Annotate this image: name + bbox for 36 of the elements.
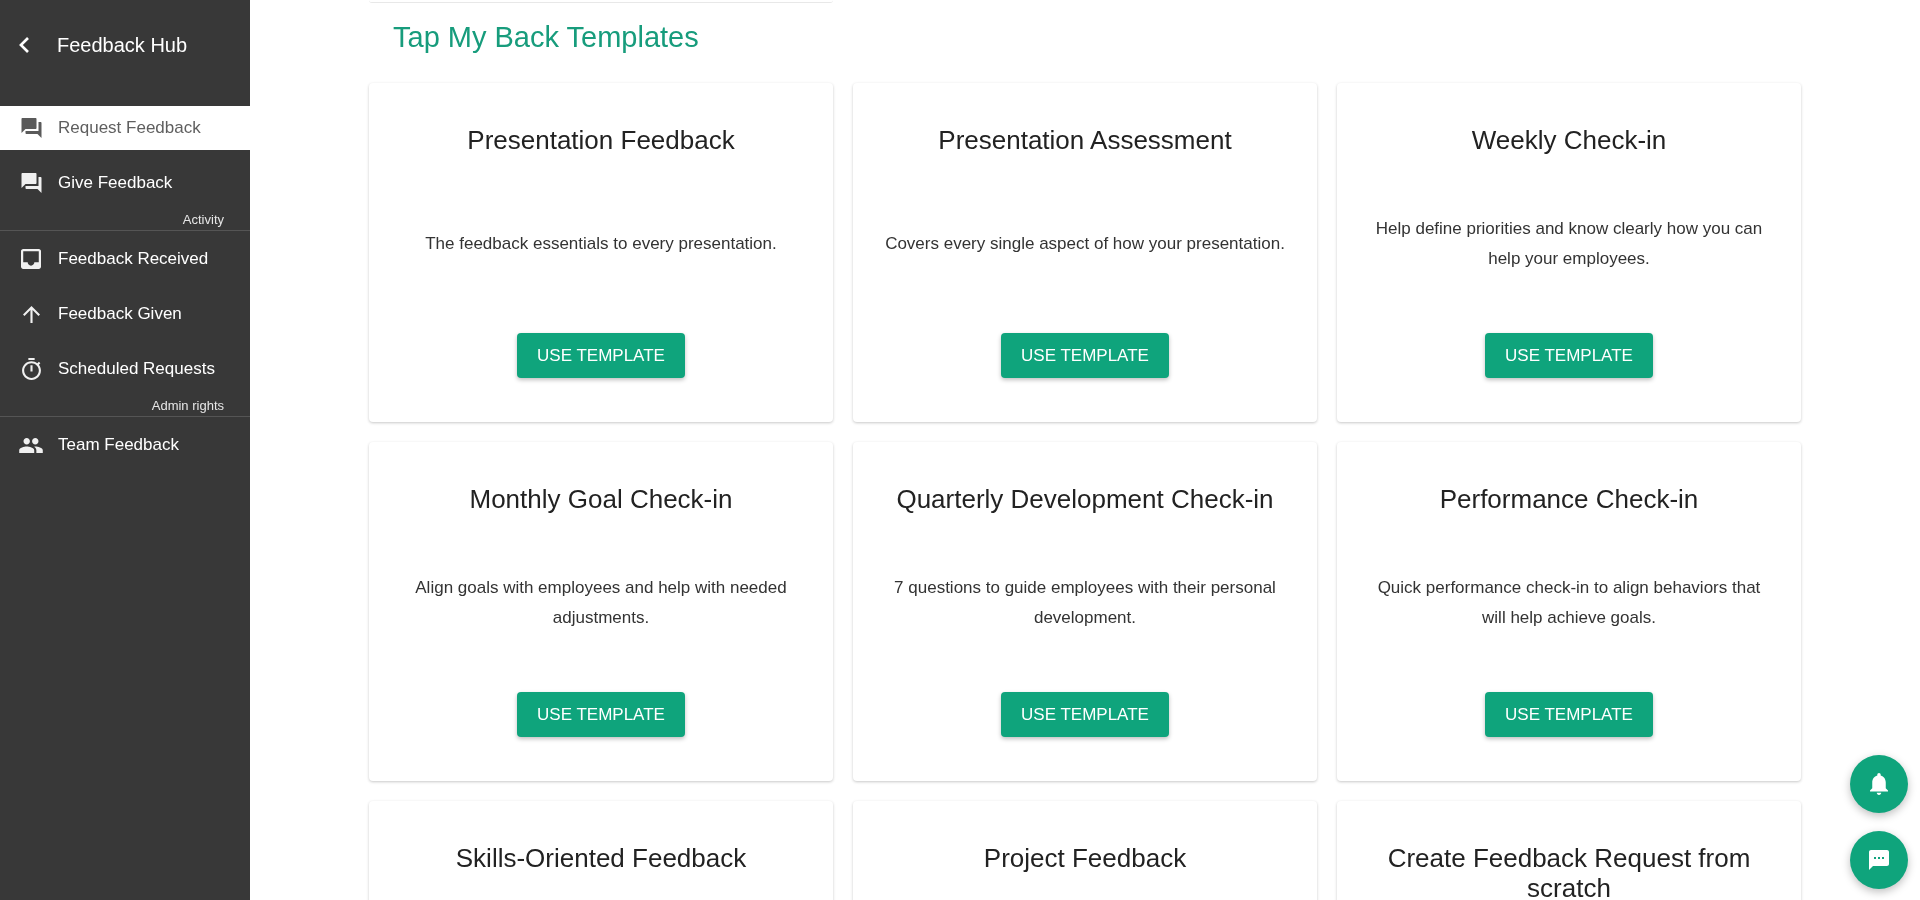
app-title: Feedback Hub [57,33,188,58]
chevron-left-icon [19,37,29,53]
card-description: Help define priorities and know clearly how you can help your employees. [1374,218,1764,270]
chat-bubbles-icon [19,118,43,138]
card-description: Quick performance check-in to align behaviors that will help achieve goals. [1376,577,1762,629]
stopwatch-icon [21,358,41,380]
notifications-button[interactable] [1850,755,1908,813]
card-title: Monthly Goal Check-in [469,484,733,514]
card-description: The feedback essentials to every presentation. [425,233,777,255]
chat-bubbles-icon [19,173,43,193]
card-title: Project Feedback [983,843,1187,873]
people-icon [19,437,43,453]
chat-icon [1869,850,1889,870]
chat-button[interactable] [1850,831,1908,889]
nav-item[interactable]: Team Feedback [0,423,250,467]
page-title: Tap My Back Templates [392,20,699,55]
card-description: Align goals with employees and help with needed adjustments. [414,577,788,629]
nav-item[interactable]: Give Feedback [0,161,250,205]
section-heading: Admin rights [151,397,225,415]
card-title: Quarterly Development Check-in [896,484,1274,514]
bell-icon [1870,773,1888,795]
nav-item[interactable]: Feedback Received [0,237,250,281]
card-title: Presentation Assessment [938,125,1232,155]
section-heading: Activity [182,211,225,229]
nav-item[interactable]: Feedback Given [0,292,250,336]
nav-item[interactable]: Request Feedback [0,106,250,150]
card-description: 7 questions to guide employees with their personal development. [893,577,1277,629]
card-description: Covers every single aspect of how your presentation. [885,233,1285,255]
card-title: Create Feedback Request from scratch [1386,843,1752,900]
arrow-up-icon [22,305,40,323]
card-title: Skills-Oriented Feedback [455,843,747,873]
nav-item[interactable]: Scheduled Requests [0,347,250,391]
card-title: Weekly Check-in [1471,125,1667,155]
card-title: Presentation Feedback [467,125,735,155]
card-title: Performance Check-in [1439,484,1699,514]
inbox-icon [21,249,41,269]
